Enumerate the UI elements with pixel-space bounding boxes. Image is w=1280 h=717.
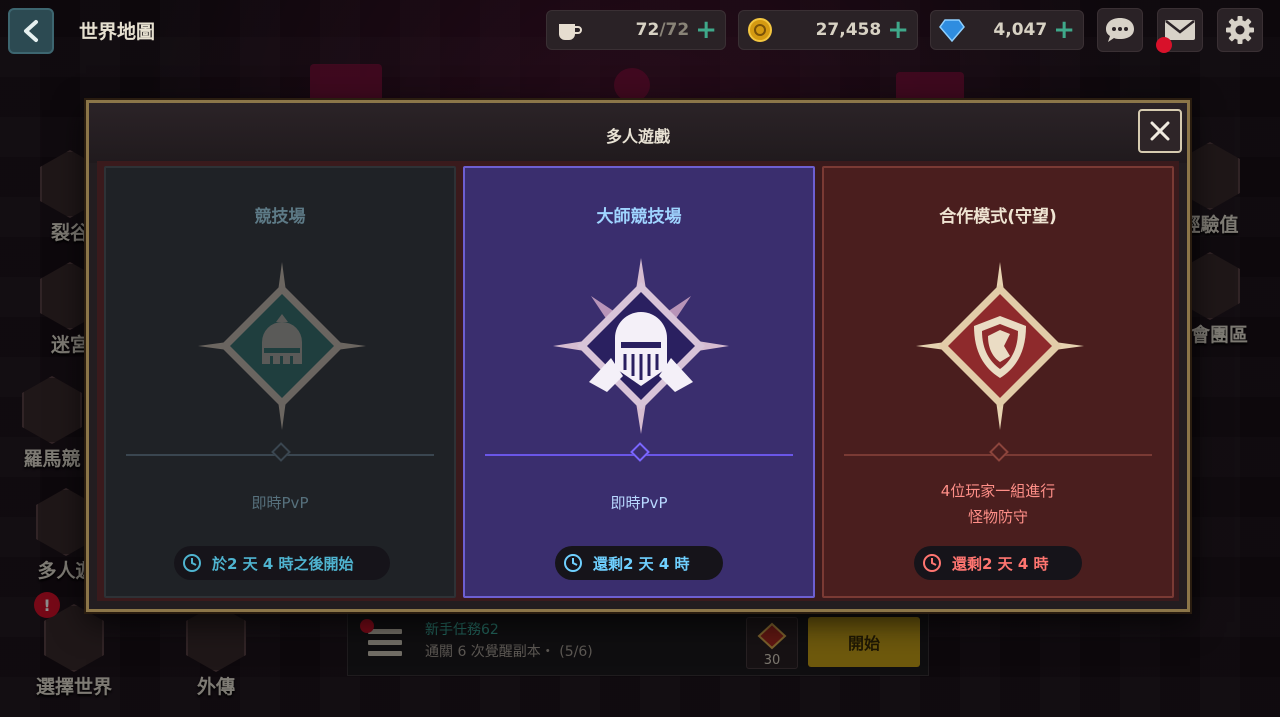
coop-description-line2: 怪物防守 [967,508,1028,526]
stamina-max: /72 [659,20,690,40]
chevron-left-icon [24,20,38,42]
back-button[interactable] [8,8,54,54]
gem-value: 4,047 [993,20,1048,40]
arena-timer-text: 於2 天 4 時之後開始 [212,554,354,573]
master-arena-mode-card[interactable]: 大師競技場 即時PvP 還剩2 天 4 時 [463,166,815,598]
add-stamina-button[interactable]: + [695,17,717,43]
divider-diamond-icon [630,442,650,462]
coop-shield-emblem-icon [916,262,1084,430]
add-gold-button[interactable]: + [887,17,909,43]
chat-button[interactable] [1097,8,1143,52]
gear-icon [1226,16,1254,44]
master-arena-title: 大師競技場 [596,207,682,227]
gold-counter: 27,458 + [738,10,918,50]
gold-value: 27,458 [815,20,882,40]
stamina-current: 72 [635,20,660,40]
coop-timer-text: 還剩2 天 4 時 [952,554,1049,573]
master-arena-timer-text: 還剩2 天 4 時 [593,554,690,573]
master-arena-timer: 還剩2 天 4 時 [555,546,723,580]
stamina-counter: 72/72 + [546,10,726,50]
gem-icon [939,19,965,42]
coop-description-line1: 4位玩家一組進行 [940,482,1056,500]
master-arena-description: 即時PvP [610,494,668,512]
close-button[interactable] [1138,109,1182,153]
coop-timer: 還剩2 天 4 時 [914,546,1082,580]
divider-diamond-icon [271,442,291,462]
chat-bubble-icon [1106,18,1134,42]
modal-header: 多人遊戲 [89,103,1187,163]
settings-button[interactable] [1217,8,1263,52]
gold-coin-icon [748,18,772,42]
clock-icon [183,554,201,572]
close-icon [1150,121,1170,141]
gem-counter: 4,047 + [930,10,1084,50]
coffee-cup-icon [559,24,582,40]
arena-title: 競技場 [254,207,306,227]
divider-diamond-icon [989,442,1009,462]
arena-mode-card[interactable]: 競技場 即時PvP 於2 天 4 時之後開始 [104,166,456,598]
coop-title: 合作模式(守望) [939,207,1057,227]
clock-icon [564,554,582,572]
arena-timer: 於2 天 4 時之後開始 [174,546,390,580]
add-gems-button[interactable]: + [1053,17,1075,43]
arena-helmet-emblem-icon [198,262,366,430]
master-helmet-emblem-icon [553,258,729,434]
coop-description: 4位玩家一組進行 怪物防守 [824,478,1172,530]
coop-mode-card[interactable]: 合作模式(守望) 4位玩家一組進行 怪物防守 還剩2 天 4 時 [822,166,1174,598]
page-title: 世界地圖 [79,21,156,43]
clock-icon [923,554,941,572]
arena-description: 即時PvP [251,494,309,512]
modal-title: 多人遊戲 [605,127,670,146]
mail-notification-dot-icon [1156,37,1172,53]
